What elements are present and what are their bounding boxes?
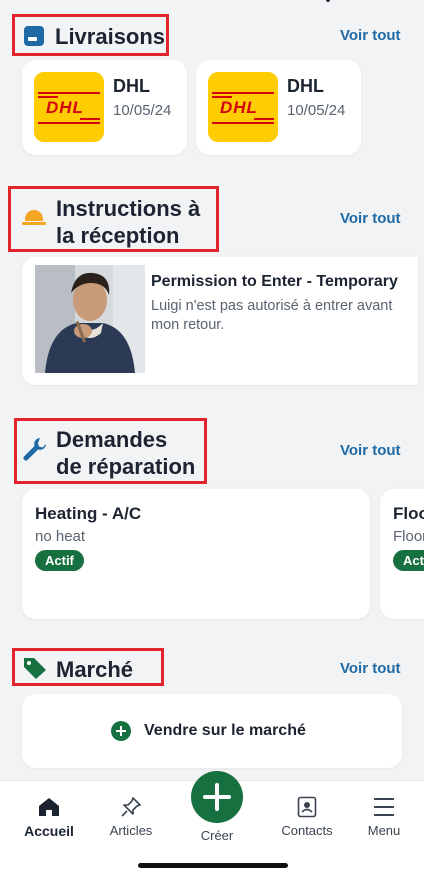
livraisons-see-all-link[interactable]: Voir tout [340, 27, 401, 44]
instruction-desc-line2: mon retour. [151, 317, 225, 333]
tag-icon [22, 656, 48, 680]
status-badge: Acti [393, 550, 424, 571]
bottom-nav: Accueil Articles Créer Contacts Menu [0, 771, 424, 876]
person-photo-graphic [35, 265, 145, 373]
nav-home[interactable]: Accueil [9, 793, 89, 853]
nav-home-label: Accueil [24, 823, 74, 839]
repair-desc: no heat [35, 528, 86, 545]
repair-title: Floo [393, 504, 424, 523]
repair-card-1[interactable]: Heating - A/C no heat Actif [22, 489, 370, 619]
person-photo [35, 265, 145, 373]
market-title: Marché [56, 657, 134, 682]
plus-circle-icon [111, 721, 131, 741]
repair-desc: Floor [393, 528, 424, 545]
reception-bell-icon [22, 208, 46, 228]
delivery-carrier: DHL [287, 76, 324, 96]
instructions-title-line1: Instructions à [56, 196, 201, 221]
repairs-title-line1: Demandes [56, 427, 168, 452]
repairs-title-line2: de réparation [56, 454, 196, 479]
home-indicator [138, 863, 288, 868]
instructions-see-all-link[interactable]: Voir tout [340, 210, 401, 227]
dhl-logo-icon: DHL [34, 72, 104, 142]
delivery-carrier: DHL [113, 76, 150, 96]
package-icon [24, 26, 44, 46]
status-dot [326, 0, 330, 2]
livraisons-title: Livraisons [55, 24, 166, 49]
contacts-icon [297, 796, 317, 818]
repairs-see-all-link[interactable]: Voir tout [340, 442, 401, 459]
dhl-logo-icon: DHL [208, 72, 278, 142]
instructions-title-line2: la réception [56, 223, 180, 248]
create-button[interactable] [191, 771, 243, 823]
sell-label: Vendre sur le marché [144, 722, 306, 739]
repair-card-2[interactable]: Floo Floor Acti [380, 489, 424, 619]
nav-contacts-label: Contacts [281, 823, 333, 838]
nav-menu[interactable]: Menu [344, 793, 424, 853]
instruction-title: Permission to Enter - Temporary [151, 273, 398, 290]
nav-articles[interactable]: Articles [91, 793, 171, 853]
delivery-card-1[interactable]: DHL DHL 10/05/24 [22, 60, 187, 155]
nav-contacts[interactable]: Contacts [267, 793, 347, 853]
market-see-all-link[interactable]: Voir tout [340, 660, 401, 677]
nav-menu-label: Menu [367, 823, 401, 838]
nav-create-label: Créer [200, 828, 234, 843]
delivery-date: 10/05/24 [113, 102, 172, 119]
home-icon [38, 797, 60, 817]
hamburger-icon [374, 798, 394, 816]
pin-icon [120, 796, 142, 818]
wrench-icon [22, 436, 48, 462]
sell-on-market-button[interactable]: Vendre sur le marché [22, 694, 402, 768]
nav-articles-label: Articles [109, 823, 153, 838]
delivery-date: 10/05/24 [287, 102, 346, 119]
instruction-card[interactable]: Permission to Enter - Temporary Luigi n'… [22, 257, 418, 385]
status-badge: Actif [35, 550, 84, 571]
delivery-card-2[interactable]: DHL DHL 10/05/24 [196, 60, 361, 155]
instruction-desc-line1: Luigi n'est pas autorisé à entrer avant [151, 298, 393, 314]
repair-title: Heating - A/C [35, 504, 142, 523]
